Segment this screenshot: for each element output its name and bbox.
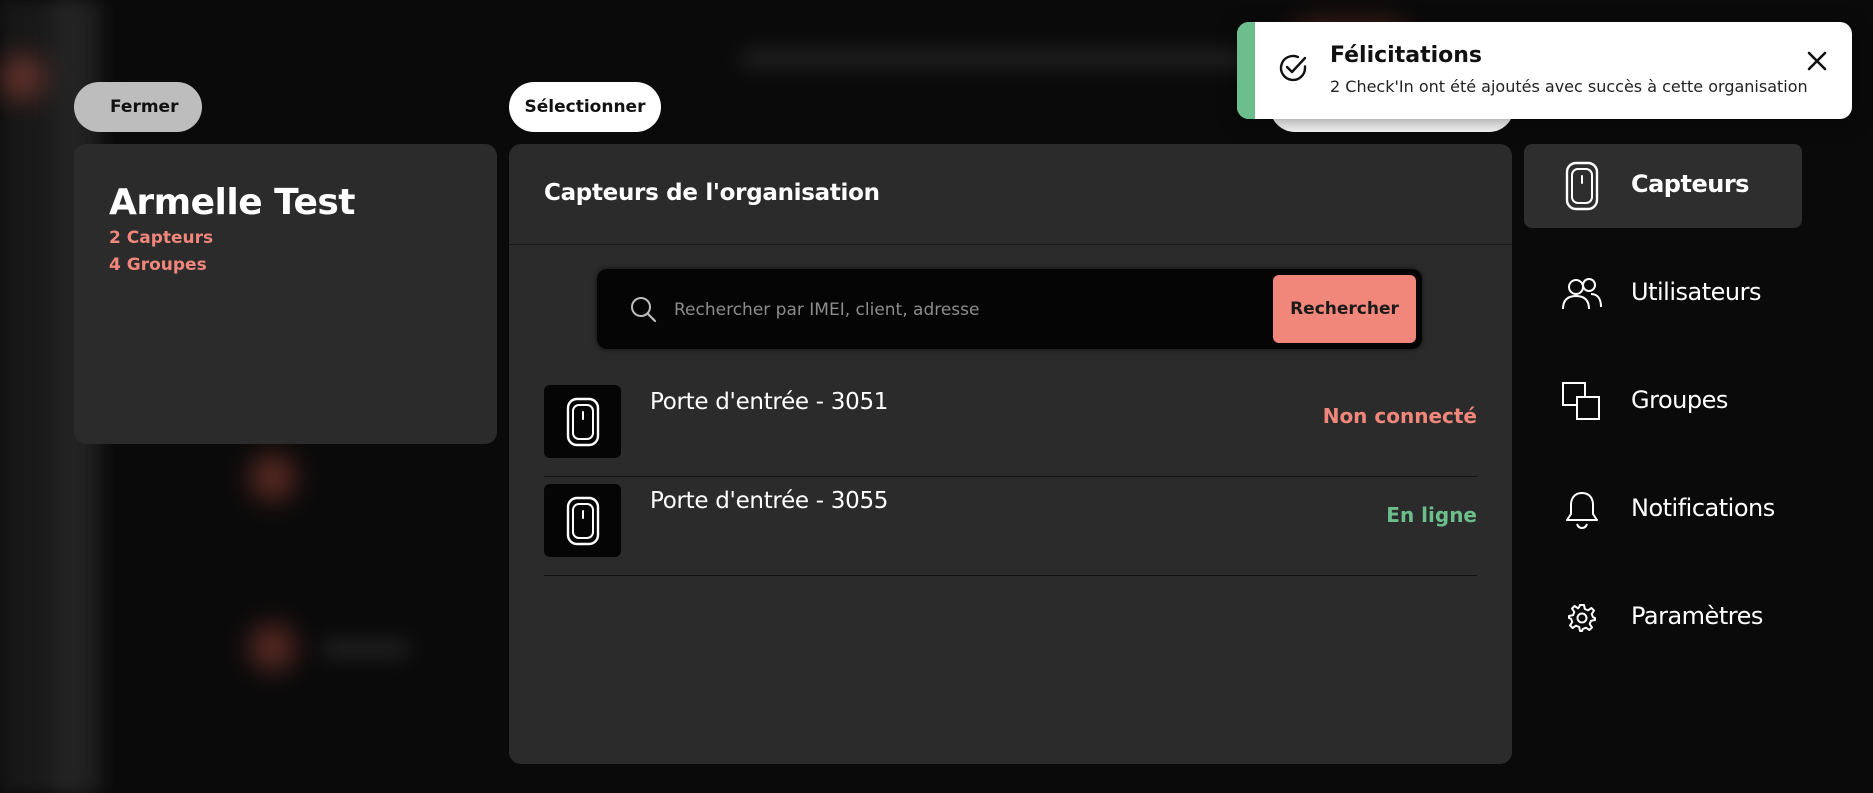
sensor-list-item[interactable]: Porte d'entrée - 3051 Non connecté bbox=[544, 377, 1477, 477]
sensor-status: En ligne bbox=[1386, 503, 1477, 527]
nav-label: Notifications bbox=[1631, 494, 1775, 522]
nav-item-notifications[interactable]: Notifications bbox=[1524, 468, 1802, 552]
sensor-thumbnail bbox=[544, 484, 621, 557]
users-icon bbox=[1556, 268, 1608, 320]
search-input[interactable] bbox=[672, 289, 1266, 331]
sensor-thumbnail bbox=[544, 385, 621, 458]
sensors-count: 2 Capteurs bbox=[109, 228, 214, 248]
divider bbox=[509, 244, 1512, 245]
door-sensor-icon bbox=[566, 496, 600, 546]
background-bar bbox=[320, 640, 410, 658]
groups-icon bbox=[1556, 376, 1608, 428]
background-bar bbox=[740, 50, 1300, 68]
check-circle-icon bbox=[1279, 54, 1307, 82]
toast-title: Félicitations bbox=[1330, 43, 1483, 68]
sensor-status: Non connecté bbox=[1322, 404, 1477, 428]
nav-label: Utilisateurs bbox=[1631, 278, 1761, 306]
nav-item-parametres[interactable]: Paramètres bbox=[1524, 576, 1802, 660]
search-button[interactable]: Rechercher bbox=[1273, 275, 1416, 343]
background-blob bbox=[0, 55, 45, 100]
nav-label: Capteurs bbox=[1631, 170, 1749, 198]
door-sensor-icon bbox=[566, 397, 600, 447]
select-button-label: Sélectionner bbox=[524, 97, 646, 117]
organization-name: Armelle Test bbox=[109, 182, 356, 223]
gear-icon bbox=[1556, 592, 1608, 644]
background-blob bbox=[250, 625, 295, 670]
toast-accent bbox=[1237, 22, 1255, 119]
bell-icon bbox=[1556, 484, 1608, 536]
sensors-panel: Capteurs de l'organisation Rechercher Po… bbox=[509, 144, 1512, 764]
nav-item-groupes[interactable]: Groupes bbox=[1524, 360, 1802, 444]
sensor-name: Porte d'entrée - 3055 bbox=[650, 488, 889, 514]
sensor-icon bbox=[1556, 160, 1608, 212]
nav-item-capteurs[interactable]: Capteurs bbox=[1524, 144, 1802, 228]
close-button-label: Fermer bbox=[110, 97, 179, 117]
close-button[interactable]: Fermer bbox=[74, 82, 202, 132]
panel-title: Capteurs de l'organisation bbox=[544, 180, 880, 206]
success-toast: Félicitations 2 Check'In ont été ajoutés… bbox=[1237, 22, 1852, 119]
search-bar: Rechercher bbox=[597, 269, 1422, 349]
nav-label: Groupes bbox=[1631, 386, 1728, 414]
nav-label: Paramètres bbox=[1631, 602, 1763, 630]
sensor-list-item[interactable]: Porte d'entrée - 3055 En ligne bbox=[544, 476, 1477, 576]
organization-card: Armelle Test 2 Capteurs 4 Groupes bbox=[74, 144, 497, 444]
close-icon[interactable] bbox=[1804, 48, 1830, 74]
nav-item-utilisateurs[interactable]: Utilisateurs bbox=[1524, 252, 1802, 336]
groups-count: 4 Groupes bbox=[109, 255, 207, 275]
sensor-name: Porte d'entrée - 3051 bbox=[650, 389, 889, 415]
toast-message: 2 Check'In ont été ajoutés avec succès à… bbox=[1330, 77, 1808, 96]
select-button[interactable]: Sélectionner bbox=[509, 82, 661, 132]
background-blob bbox=[250, 455, 295, 500]
search-icon bbox=[631, 297, 657, 323]
